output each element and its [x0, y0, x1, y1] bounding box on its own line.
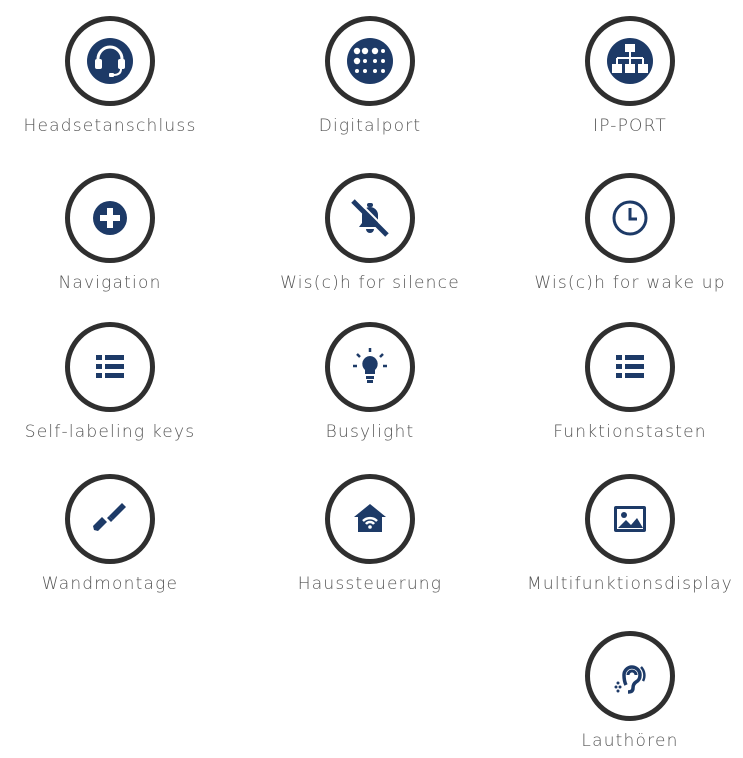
- smart-home-icon: [325, 474, 415, 564]
- hearing-icon: [585, 631, 675, 721]
- lightbulb-icon: [325, 322, 415, 412]
- dot-grid-icon: [325, 16, 415, 106]
- list-icon: [65, 322, 155, 412]
- feature-label: Self-labeling keys: [24, 422, 196, 442]
- picture-icon: [585, 474, 675, 564]
- feature-digitalport[interactable]: Digitalport: [260, 16, 480, 136]
- screwdriver-icon: [65, 474, 155, 564]
- feature-label: IP-PORT: [592, 116, 668, 136]
- feature-label: Headsetanschluss: [23, 116, 197, 136]
- feature-wandmontage[interactable]: Wandmontage: [0, 474, 220, 594]
- feature-wish-for-wake-up[interactable]: Wis(c)h for wake up: [520, 173, 740, 293]
- feature-busylight[interactable]: Busylight: [260, 322, 480, 442]
- feature-ip-port[interactable]: IP-PORT: [520, 16, 740, 136]
- feature-wish-for-silence[interactable]: Wis(c)h for silence: [260, 173, 480, 293]
- network-icon: [585, 16, 675, 106]
- feature-label: Busylight: [325, 422, 415, 442]
- feature-label: Multifunktionsdisplay: [527, 574, 733, 594]
- feature-label: Funktionstasten: [553, 422, 707, 442]
- feature-label: Wis(c)h for silence: [280, 273, 460, 293]
- feature-navigation[interactable]: Navigation: [0, 173, 220, 293]
- feature-multifunktionsdisplay[interactable]: Multifunktionsdisplay: [520, 474, 740, 594]
- feature-haussteuerung[interactable]: Haussteuerung: [260, 474, 480, 594]
- feature-label: Wandmontage: [41, 574, 179, 594]
- feature-label: Haussteuerung: [297, 574, 443, 594]
- feature-self-labeling-keys[interactable]: Self-labeling keys: [0, 322, 220, 442]
- bell-slash-icon: [325, 173, 415, 263]
- feature-funktionstasten[interactable]: Funktionstasten: [520, 322, 740, 442]
- clock-icon: [585, 173, 675, 263]
- plus-circle-icon: [65, 173, 155, 263]
- feature-label: Lauthören: [581, 731, 679, 751]
- headset-icon: [65, 16, 155, 106]
- list-icon: [585, 322, 675, 412]
- feature-lauthoeren[interactable]: Lauthören: [520, 631, 740, 751]
- feature-label: Wis(c)h for wake up: [534, 273, 726, 293]
- feature-headsetanschluss[interactable]: Headsetanschluss: [0, 16, 220, 136]
- feature-label: Digitalport: [318, 116, 422, 136]
- feature-label: Navigation: [58, 273, 162, 293]
